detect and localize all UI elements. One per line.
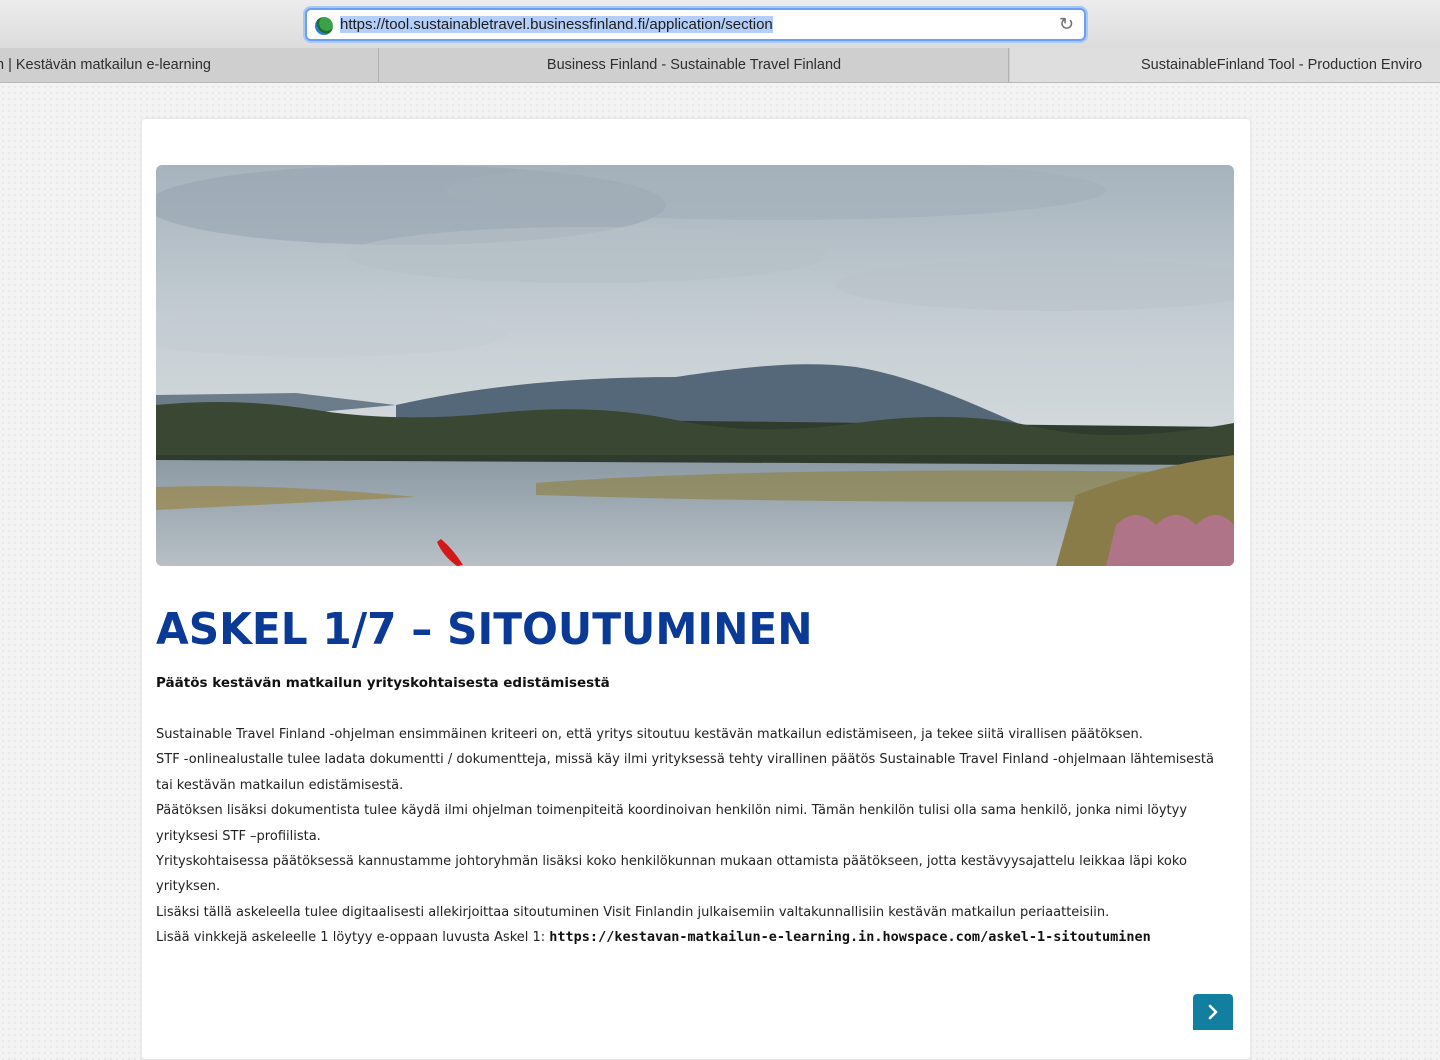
lake-landscape-image [156, 165, 1234, 566]
paragraph: Päätöksen lisäksi dokumentista tulee käy… [156, 803, 1188, 844]
paragraph: Sustainable Travel Finland -ohjelman ens… [156, 727, 1143, 742]
page-title: ASKEL 1/7 – SITOUTUMINEN [156, 604, 813, 655]
hero-image [156, 165, 1234, 566]
paragraph-link-line: Lisää vinkkejä askeleelle 1 löytyy e-opp… [156, 925, 1216, 950]
tab-sustainablefinland-tool[interactable]: SustainableFinland Tool - Production Env… [1010, 48, 1440, 82]
step-description: Sustainable Travel Finland -ohjelman ens… [156, 722, 1216, 951]
browser-toolbar: https://tool.sustainabletravel.businessf… [0, 0, 1440, 48]
e-guide-link[interactable]: https://kestavan-matkailun-e-learning.in… [549, 929, 1150, 945]
address-url[interactable]: https://tool.sustainabletravel.businessf… [340, 16, 773, 33]
tab-e-learning[interactable]: n | Kestävän matkailun e-learning [0, 48, 379, 82]
chevron-right-icon [1208, 1004, 1218, 1020]
reload-icon[interactable]: ↻ [1059, 14, 1074, 35]
paragraph: STF -onlinealustalle tulee ladata dokume… [156, 752, 1214, 793]
tab-business-finland[interactable]: Business Finland - Sustainable Travel Fi… [380, 48, 1009, 82]
paragraph: Lisäksi tällä askeleella tulee digitaali… [156, 904, 1110, 920]
page-subtitle: Päätös kestävän matkailun yrityskohtaise… [156, 675, 610, 691]
site-globe-icon [315, 17, 333, 35]
next-step-button[interactable] [1193, 994, 1233, 1030]
link-prefix: Lisää vinkkejä askeleelle 1 löytyy e-opp… [156, 930, 550, 946]
paragraph: Yrityskohtaisessa päätöksessä kannustamm… [156, 854, 1187, 895]
address-bar[interactable]: https://tool.sustainabletravel.businessf… [305, 8, 1086, 41]
tab-bar: n | Kestävän matkailun e-learning Busine… [0, 48, 1440, 83]
